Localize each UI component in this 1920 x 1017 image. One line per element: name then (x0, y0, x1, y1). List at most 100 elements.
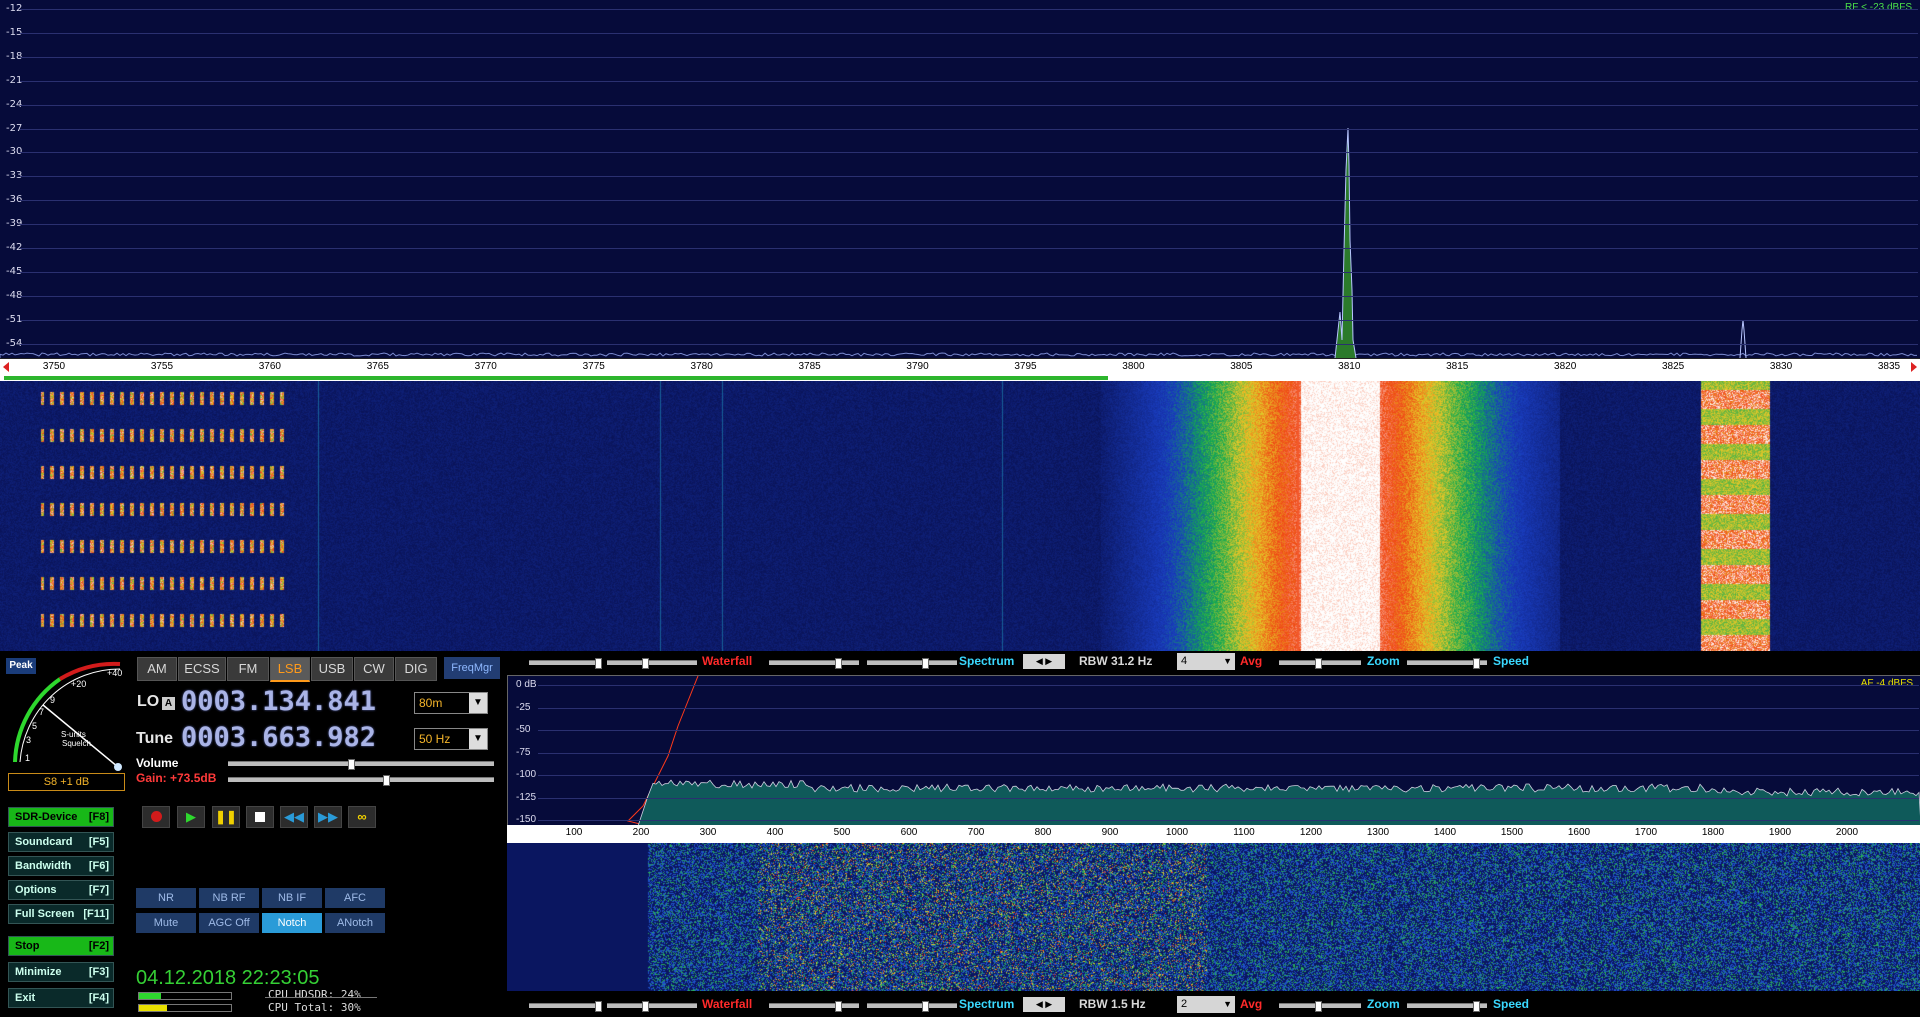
mode-button-fm[interactable]: FM (227, 657, 269, 681)
zoom-slider-knob[interactable] (1315, 1001, 1322, 1012)
side-button-sdr-device[interactable]: SDR-Device [F8] (8, 807, 114, 827)
waterfall-slider-1[interactable] (529, 660, 599, 665)
spectrum-slider-2[interactable] (867, 660, 957, 665)
rbw-label: RBW 1.5 Hz (1079, 997, 1146, 1011)
volume-slider-knob[interactable] (348, 759, 355, 770)
squelch-knob[interactable] (114, 763, 122, 771)
cpu-divider (265, 997, 377, 998)
rf-gridline (20, 272, 1918, 273)
play-button[interactable]: ▶ (177, 806, 205, 828)
stop-playback-button[interactable] (246, 806, 274, 828)
dsp-button-nb-rf[interactable]: NB RF (199, 888, 259, 908)
af-waterfall[interactable] (507, 843, 1920, 991)
band-dropdown[interactable]: 80m ▼ (414, 692, 488, 714)
spectrum-slider-2-knob[interactable] (922, 658, 929, 669)
zoom-slider-knob[interactable] (1315, 658, 1322, 669)
spectrum-label: Spectrum (959, 997, 1014, 1011)
squelch-label: Squelch (62, 739, 91, 748)
side-button-minimize[interactable]: Minimize [F3] (8, 962, 114, 982)
rbw-stepper[interactable]: ◀ ▶ (1023, 654, 1065, 669)
scroll-right-icon[interactable] (1911, 362, 1917, 372)
lo-badge[interactable]: A (162, 697, 175, 710)
gain-slider-knob[interactable] (383, 775, 390, 786)
stop-icon (255, 812, 265, 822)
peak-button[interactable]: Peak (6, 658, 36, 674)
speed-slider[interactable] (1407, 1003, 1487, 1008)
avg-dropdown[interactable]: 2 ▼ (1177, 996, 1235, 1013)
freq-tick-label: 3810 (1338, 361, 1360, 372)
spectrum-slider-2[interactable] (867, 1003, 957, 1008)
af-freq-tick-label: 1400 (1434, 827, 1456, 838)
dsp-button-notch[interactable]: Notch (262, 913, 322, 933)
loop-button[interactable]: ∞ (348, 806, 376, 828)
waterfall-slider-2[interactable] (607, 660, 697, 665)
freq-tick-label: 3770 (475, 361, 497, 372)
spectrum-slider-1-knob[interactable] (835, 1001, 842, 1012)
rbw-stepper[interactable]: ◀ ▶ (1023, 997, 1065, 1012)
avg-dropdown[interactable]: 4 ▼ (1177, 653, 1235, 670)
side-button-exit[interactable]: Exit [F4] (8, 988, 114, 1008)
cpu-total-bar (138, 1004, 232, 1012)
af-freq-tick-label: 200 (633, 827, 650, 838)
freq-tick-label: 3835 (1878, 361, 1900, 372)
rewind-button[interactable]: ◀◀ (280, 806, 308, 828)
pause-button[interactable]: ❚❚ (212, 806, 240, 828)
rewind-icon: ◀◀ (284, 809, 304, 824)
dsp-button-mute[interactable]: Mute (136, 913, 196, 933)
rf-gridline (20, 344, 1918, 345)
step-value: 50 Hz (419, 732, 450, 746)
mode-button-lsb[interactable]: LSB (270, 657, 310, 682)
rf-waterfall[interactable] (0, 381, 1920, 651)
waterfall-slider-1[interactable] (529, 1003, 599, 1008)
af-frequency-axis[interactable]: 100 200 300 400 500 600 700 800 900 1000 1100 1200 1… (507, 825, 1920, 843)
side-button-key: [F3] (89, 963, 109, 981)
mode-button-dig[interactable]: DIG (395, 657, 437, 681)
spectrum-slider-2-knob[interactable] (922, 1001, 929, 1012)
step-dropdown[interactable]: 50 Hz ▼ (414, 728, 488, 750)
mode-button-cw[interactable]: CW (354, 657, 394, 681)
chevron-down-icon: ▼ (469, 693, 487, 713)
mode-button-am[interactable]: AM (137, 657, 177, 681)
smeter-scale-label: +20 (71, 679, 86, 689)
side-button-stop[interactable]: Stop [F2] (8, 936, 114, 956)
zoom-slider[interactable] (1279, 1003, 1361, 1008)
speed-slider-knob[interactable] (1473, 658, 1480, 669)
record-button[interactable] (142, 806, 170, 828)
spectrum-slider-1[interactable] (769, 660, 859, 665)
side-button-options[interactable]: Options [F7] (8, 880, 114, 900)
waterfall-slider-2-knob[interactable] (642, 658, 649, 669)
dsp-button-nb-if[interactable]: NB IF (262, 888, 322, 908)
lo-frequency[interactable]: 0003.134.841 (181, 686, 376, 717)
tune-frequency[interactable]: 0003.663.982 (181, 722, 376, 753)
af-freq-tick-label: 700 (968, 827, 985, 838)
waterfall-slider-1-knob[interactable] (595, 1001, 602, 1012)
volume-label: Volume (136, 756, 178, 770)
fast-forward-button[interactable]: ▶▶ (314, 806, 342, 828)
spectrum-slider-1[interactable] (769, 1003, 859, 1008)
dsp-button-agc-off[interactable]: AGC Off (199, 913, 259, 933)
speed-slider[interactable] (1407, 660, 1487, 665)
volume-slider[interactable] (228, 761, 494, 766)
speed-slider-knob[interactable] (1473, 1001, 1480, 1012)
waterfall-slider-1-knob[interactable] (595, 658, 602, 669)
side-button-bandwidth[interactable]: Bandwidth [F6] (8, 856, 114, 876)
rf-gridline (20, 105, 1918, 106)
spectrum-slider-1-knob[interactable] (835, 658, 842, 669)
gain-slider[interactable] (228, 777, 494, 782)
freqmgr-button[interactable]: FreqMgr (444, 657, 500, 679)
side-button-full-screen[interactable]: Full Screen [F11] (8, 904, 114, 924)
mode-button-usb[interactable]: USB (311, 657, 353, 681)
freq-tick-label: 3815 (1446, 361, 1468, 372)
dsp-button-nr[interactable]: NR (136, 888, 196, 908)
waterfall-slider-2[interactable] (607, 1003, 697, 1008)
rf-spectrum-display[interactable]: RF < -23 dBFS -12 -15 -18 -21 -24 -27 -30 -33 -3… (0, 0, 1920, 358)
dsp-button-afc[interactable]: AFC (325, 888, 385, 908)
af-spectrum-display[interactable]: AF -4 dBFS 0 dB -25 -50 -75 -100 -125 -150 (507, 675, 1920, 827)
waterfall-slider-2-knob[interactable] (642, 1001, 649, 1012)
dsp-button-anotch[interactable]: ANotch (325, 913, 385, 933)
datetime: 04.12.2018 22:23:05 (136, 967, 320, 990)
scroll-left-icon[interactable] (3, 362, 9, 372)
side-button-soundcard[interactable]: Soundcard [F5] (8, 832, 114, 852)
mode-button-ecss[interactable]: ECSS (178, 657, 226, 681)
zoom-slider[interactable] (1279, 660, 1361, 665)
